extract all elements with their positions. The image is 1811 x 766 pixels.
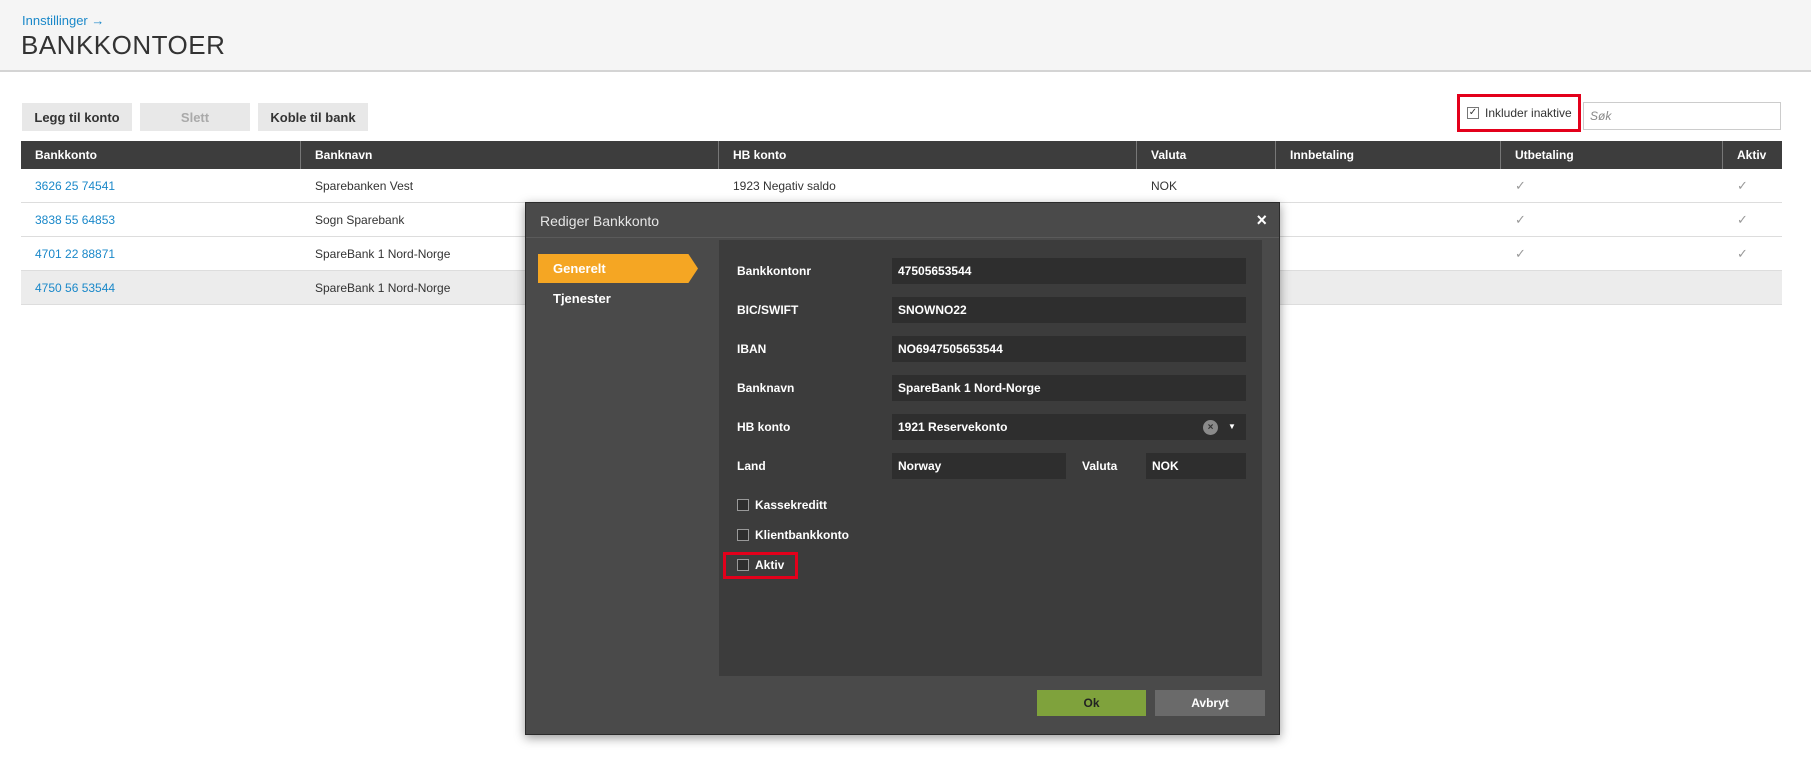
iban-label: IBAN (737, 342, 767, 356)
bank-name-cell: Sparebanken Vest (315, 178, 414, 193)
account-number-link[interactable]: 4750 56 53544 (35, 281, 115, 295)
column-header-innbetaling[interactable]: Innbetaling (1276, 141, 1501, 169)
column-header-aktiv[interactable]: Aktiv (1723, 141, 1782, 169)
client-account-checkbox[interactable] (737, 529, 749, 541)
column-header-hb-konto[interactable]: HB konto (719, 141, 1137, 169)
chevron-down-icon[interactable]: ▼ (1228, 422, 1236, 431)
column-header-valuta[interactable]: Valuta (1137, 141, 1276, 169)
incoming-cell (1276, 169, 1501, 202)
outgoing-check-icon: ✓ (1515, 245, 1526, 261)
add-account-button[interactable]: Legg til konto (22, 103, 132, 131)
active-check-icon: ✓ (1737, 211, 1748, 227)
table-row[interactable]: 3626 25 74541 Sparebanken Vest 1923 Nega… (21, 169, 1782, 203)
active-check-icon: ✓ (1737, 177, 1748, 193)
incoming-cell (1276, 271, 1501, 304)
column-header-bankkonto[interactable]: Bankkonto (21, 141, 301, 169)
bank-name-input[interactable] (892, 375, 1246, 401)
account-number-link[interactable]: 3838 55 64853 (35, 213, 115, 227)
include-inactive-checkbox[interactable]: ✓ (1467, 107, 1479, 119)
bank-name-label: Banknavn (737, 381, 795, 395)
tab-generelt[interactable]: Generelt (538, 254, 698, 283)
column-header-utbetaling[interactable]: Utbetaling (1501, 141, 1723, 169)
bic-swift-label: BIC/SWIFT (737, 303, 799, 317)
include-inactive-toggle[interactable]: ✓ Inkluder inaktive (1457, 94, 1581, 132)
outgoing-check-icon: ✓ (1515, 211, 1526, 227)
search-input[interactable] (1583, 102, 1781, 130)
incoming-cell (1276, 237, 1501, 270)
edit-bank-account-dialog: Rediger Bankkonto × Generelt Tjenester B… (525, 202, 1280, 735)
bank-account-number-label: Bankkontonr (737, 264, 812, 278)
account-number-link[interactable]: 3626 25 74541 (35, 179, 115, 193)
bic-swift-input[interactable] (892, 297, 1246, 323)
client-account-label: Klientbankkonto (755, 528, 850, 542)
dialog-title: Rediger Bankkonto (540, 213, 660, 229)
connect-bank-button[interactable]: Koble til bank (258, 103, 368, 131)
currency-label: Valuta (1082, 459, 1118, 473)
breadcrumb-settings-link[interactable]: Innstillinger → (22, 13, 104, 28)
currency-cell: NOK (1151, 178, 1178, 193)
page-header: Innstillinger → BANKKONTOER (0, 0, 1811, 72)
account-number-link[interactable]: 4701 22 88871 (35, 247, 115, 261)
tab-tjenester[interactable]: Tjenester (538, 284, 698, 313)
outgoing-check-icon: ✓ (1515, 177, 1526, 193)
currency-input[interactable] (1146, 453, 1246, 479)
close-icon[interactable]: × (1256, 210, 1267, 231)
overdraft-checkbox-row[interactable]: Kassekreditt (737, 498, 827, 512)
overdraft-checkbox[interactable] (737, 499, 749, 511)
page-title: BANKKONTOER (21, 30, 226, 60)
incoming-cell (1276, 203, 1501, 236)
client-account-checkbox-row[interactable]: Klientbankkonto (737, 528, 849, 542)
table-header: Bankkonto Banknavn HB konto Valuta Innbe… (21, 141, 1782, 169)
iban-input[interactable] (892, 336, 1246, 362)
cancel-button[interactable]: Avbryt (1155, 690, 1265, 716)
clear-icon[interactable]: × (1203, 420, 1218, 435)
overdraft-label: Kassekreditt (755, 498, 828, 512)
include-inactive-label: Inkluder inaktive (1485, 106, 1572, 120)
dialog-title-divider (526, 237, 1279, 238)
active-highlight-box (723, 552, 798, 579)
active-check-icon: ✓ (1737, 245, 1748, 261)
country-label: Land (737, 459, 766, 473)
column-header-banknavn[interactable]: Banknavn (301, 141, 719, 169)
hb-account-label: HB konto (737, 420, 791, 434)
hb-account-select[interactable]: 1921 Reservekonto (892, 414, 1246, 440)
ok-button[interactable]: Ok (1037, 690, 1146, 716)
country-input[interactable] (892, 453, 1066, 479)
delete-button[interactable]: Slett (140, 103, 250, 131)
hb-account-cell: 1923 Negativ saldo (733, 178, 836, 193)
hb-account-value: 1921 Reservekonto (898, 420, 1008, 434)
bank-account-number-input[interactable] (892, 258, 1246, 284)
